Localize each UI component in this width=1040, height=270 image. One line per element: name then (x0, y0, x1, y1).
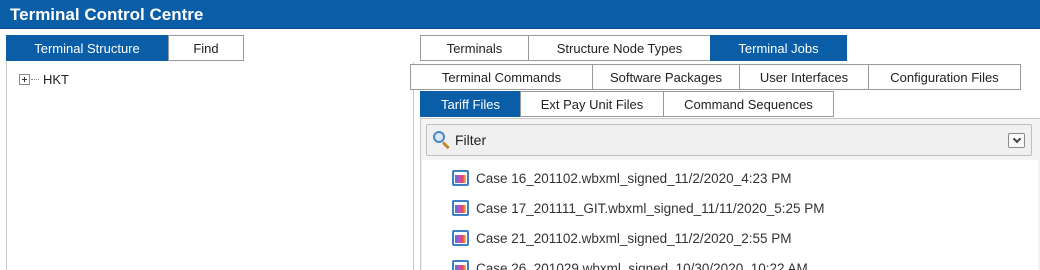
file-icon (452, 260, 469, 270)
list-item[interactable]: Case 26_201029.wbxml_signed_10/30/2020_1… (452, 260, 808, 270)
tab-ext-pay-unit-files[interactable]: Ext Pay Unit Files (520, 91, 664, 117)
tree-connector (31, 79, 39, 80)
filter-label: Filter (455, 132, 487, 148)
tab-structure-node-types[interactable]: Structure Node Types (528, 35, 711, 61)
window-title: Terminal Control Centre (0, 0, 1040, 29)
tariff-file-list: Case 16_201102.wbxml_signed_11/2/2020_4:… (422, 160, 1038, 270)
tab-terminals[interactable]: Terminals (420, 35, 529, 61)
chevron-down-icon[interactable] (1008, 133, 1025, 148)
file-name: Case 17_201111_GIT.wbxml_signed_11/11/20… (476, 200, 825, 216)
search-icon (433, 131, 451, 150)
tab-user-interfaces[interactable]: User Interfaces (739, 64, 869, 90)
tab-find[interactable]: Find (168, 35, 244, 61)
file-name: Case 26_201029.wbxml_signed_10/30/2020_1… (476, 260, 808, 270)
tab-terminal-structure[interactable]: Terminal Structure (6, 35, 168, 61)
file-name: Case 21_201102.wbxml_signed_11/2/2020_2:… (476, 230, 792, 246)
tree-node-hkt[interactable]: HKT (19, 72, 69, 87)
tab-software-packages[interactable]: Software Packages (592, 64, 740, 90)
tab-terminal-jobs[interactable]: Terminal Jobs (710, 35, 847, 61)
tab-command-sequences[interactable]: Command Sequences (663, 91, 834, 117)
filter-bar[interactable]: Filter (426, 124, 1032, 156)
tree-node-label[interactable]: HKT (43, 72, 69, 87)
list-item[interactable]: Case 17_201111_GIT.wbxml_signed_11/11/20… (452, 200, 825, 216)
tab-terminal-commands[interactable]: Terminal Commands (410, 64, 593, 90)
file-icon (452, 170, 469, 186)
file-name: Case 16_201102.wbxml_signed_11/2/2020_4:… (476, 170, 792, 186)
expand-icon[interactable] (19, 74, 30, 85)
list-item[interactable]: Case 16_201102.wbxml_signed_11/2/2020_4:… (452, 170, 791, 186)
file-icon (452, 230, 469, 246)
terminal-structure-panel: HKT (6, 62, 414, 270)
file-icon (452, 200, 469, 216)
list-item[interactable]: Case 21_201102.wbxml_signed_11/2/2020_2:… (452, 230, 791, 246)
tab-tariff-files[interactable]: Tariff Files (420, 91, 521, 117)
tab-configuration-files[interactable]: Configuration Files (868, 64, 1021, 90)
